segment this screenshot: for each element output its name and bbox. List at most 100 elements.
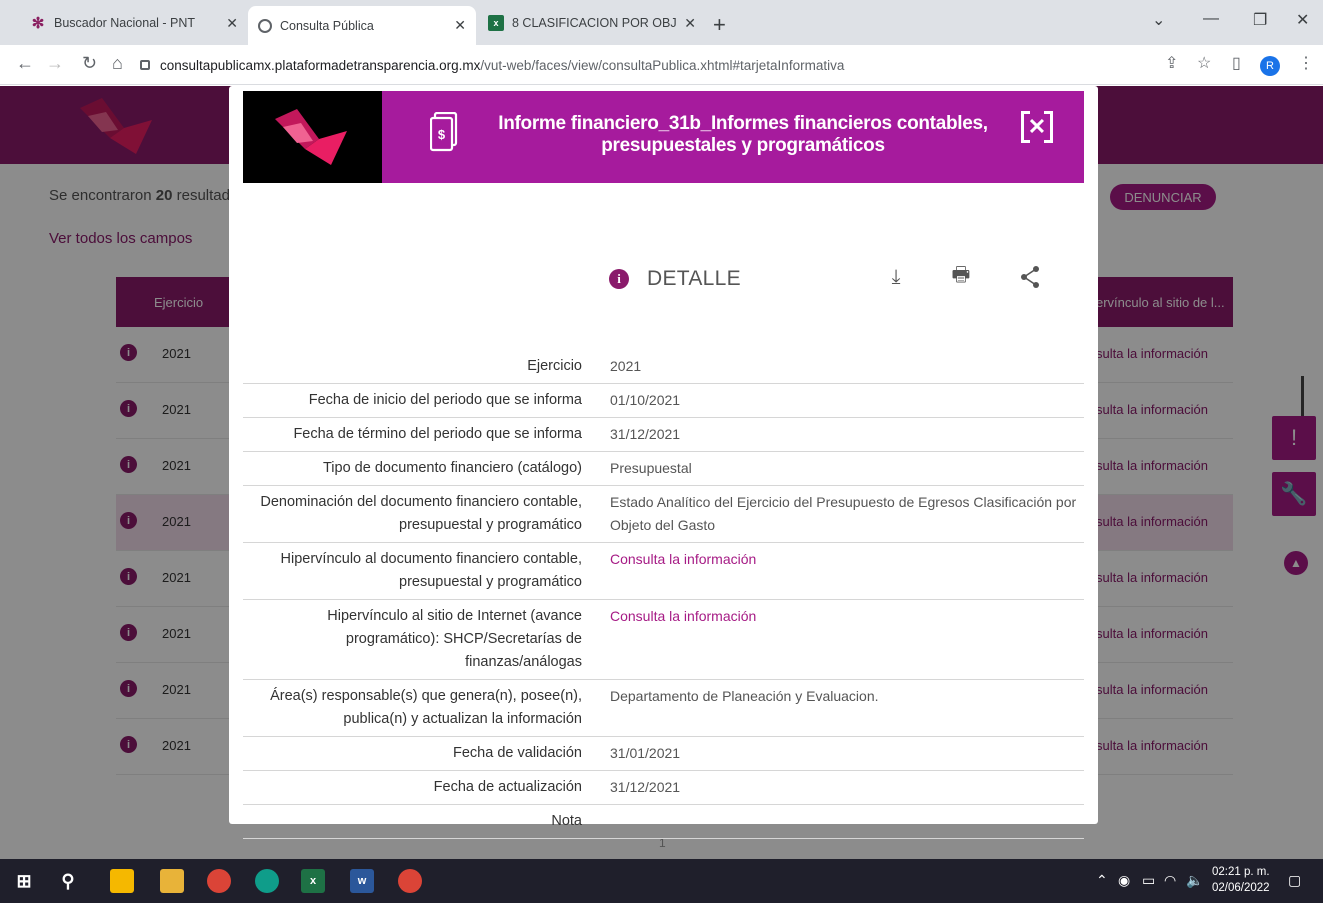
detail-label: DETALLE	[647, 267, 741, 290]
field-value: 01/10/2021	[610, 392, 681, 408]
minimize-button[interactable]: —	[1203, 10, 1219, 28]
meet-now-icon[interactable]: ◉	[1118, 872, 1130, 889]
field-row-tipo-documento: Tipo de documento financiero (catálogo) P…	[243, 452, 1084, 486]
field-label: Hipervínculo al sitio de Internet (avanc…	[327, 608, 582, 670]
financial-document-icon: $	[430, 112, 458, 152]
new-tab-button[interactable]: +	[713, 12, 726, 38]
field-label: Fecha de inicio del periodo que se infor…	[308, 392, 582, 408]
share-page-icon[interactable]: ⇪	[1165, 53, 1178, 73]
field-value: Presupuestal	[610, 460, 692, 476]
field-value: Estado Analítico del Ejercicio del Presu…	[610, 494, 1077, 533]
lock-icon	[140, 60, 150, 70]
detail-table: Ejercicio 2021 Fecha de inicio del period…	[243, 350, 1084, 839]
field-row-hipervinculo-internet: Hipervínculo al sitio de Internet (avanc…	[243, 600, 1084, 680]
modal-logo-box	[243, 91, 382, 183]
network-icon[interactable]: ▭	[1142, 872, 1155, 889]
modal-header: $ Informe financiero_31b_Informes financ…	[243, 91, 1084, 183]
consulta-informacion-link[interactable]: Consulta la información	[596, 600, 1084, 679]
profile-avatar[interactable]: R	[1260, 56, 1280, 76]
detail-modal: $ Informe financiero_31b_Informes financ…	[229, 86, 1098, 839]
field-value: Departamento de Planeación y Evaluacion.	[610, 688, 879, 704]
forward-button[interactable]: →	[46, 53, 64, 74]
field-value: 31/12/2021	[610, 779, 681, 795]
field-value	[596, 805, 1084, 838]
clock-time: 02:21 p. m.	[1212, 866, 1270, 878]
svg-text:$: $	[438, 127, 446, 142]
url-input[interactable]: consultapublicamx.plataformadetransparen…	[140, 51, 1160, 79]
chrome-icon[interactable]	[207, 869, 231, 893]
field-label: Fecha de validación	[453, 745, 582, 761]
modal-title: Informe financiero_31b_Informes financie…	[483, 113, 1003, 157]
tab-title: Buscador Nacional - PNT	[54, 16, 196, 30]
tab-excel-file[interactable]: x 8 CLASIFICACION POR OBJ DEL ( ✕	[478, 7, 706, 39]
edge-icon[interactable]	[255, 869, 279, 893]
restore-button[interactable]: ❐	[1253, 10, 1267, 30]
tab-search-chevron-icon[interactable]: ⌄	[1152, 10, 1165, 30]
wifi-icon[interactable]: ◠	[1164, 872, 1176, 889]
field-row-nota: Nota	[243, 805, 1084, 839]
windows-start-icon[interactable]: ⊞	[12, 869, 36, 893]
close-icon[interactable]: ✕	[1019, 109, 1055, 145]
field-value: 31/12/2021	[610, 426, 681, 442]
field-row-fecha-actualizacion: Fecha de actualización 31/12/2021	[243, 771, 1084, 805]
word-icon[interactable]: w	[350, 869, 374, 893]
file-explorer-icon[interactable]	[160, 869, 184, 893]
side-panel-icon[interactable]: ▯	[1232, 53, 1241, 73]
field-row-hipervinculo-documento: Hipervínculo al documento financiero con…	[243, 543, 1084, 600]
pnt-logo	[275, 109, 347, 165]
windows-taskbar: ⊞ ⚲ x w ⌃ ◉ ▭ ◠ 🔈 02:21 p. m. 02/06/2022…	[0, 859, 1323, 903]
reload-button[interactable]: ↻	[82, 53, 97, 74]
modal-title-line1: Informe financiero_31b_Informes financie…	[498, 113, 988, 134]
address-bar-row: ← → ↻ ⌂ consultapublicamx.plataformadetr…	[0, 45, 1323, 85]
modal-title-line2: presupuestales y programáticos	[601, 135, 885, 156]
volume-icon[interactable]: 🔈	[1186, 872, 1203, 889]
back-button[interactable]: ←	[16, 53, 34, 74]
browser-menu-icon[interactable]: ⋮	[1298, 53, 1314, 73]
home-button[interactable]: ⌂	[112, 53, 123, 74]
field-row-fecha-inicio: Fecha de inicio del periodo que se infor…	[243, 384, 1084, 418]
info-icon: i	[609, 269, 629, 289]
field-row-fecha-termino: Fecha de término del periodo que se info…	[243, 418, 1084, 452]
close-icon[interactable]: ✕	[454, 17, 466, 34]
field-label: Nota	[551, 813, 582, 829]
field-row-area-responsable: Área(s) responsable(s) que genera(n), po…	[243, 680, 1084, 737]
notifications-icon[interactable]: ▢	[1288, 872, 1301, 889]
field-label: Área(s) responsable(s) que genera(n), po…	[270, 688, 582, 727]
print-icon[interactable]: 🖶	[949, 264, 973, 290]
sticky-notes-icon[interactable]	[110, 869, 134, 893]
tab-title: 8 CLASIFICACION POR OBJ DEL (	[512, 16, 677, 30]
close-window-button[interactable]: ✕	[1296, 10, 1309, 30]
chrome-profile-icon[interactable]	[398, 869, 422, 893]
close-icon[interactable]: ✕	[684, 15, 696, 32]
globe-icon	[258, 18, 272, 33]
search-icon[interactable]: ⚲	[56, 869, 80, 893]
field-row-fecha-validacion: Fecha de validación 31/01/2021	[243, 737, 1084, 771]
tab-consulta-publica[interactable]: Consulta Pública ✕	[248, 6, 476, 45]
url-path: /vut-web/faces/view/consultaPublica.xhtm…	[480, 57, 845, 73]
browser-tab-strip: ✻ Buscador Nacional - PNT ✕ Consulta Púb…	[0, 0, 1323, 45]
field-value: 2021	[610, 358, 642, 374]
close-icon[interactable]: ✕	[226, 15, 238, 32]
field-row-denominacion: Denominación del documento financiero co…	[243, 486, 1084, 543]
field-label: Fecha de actualización	[433, 779, 582, 795]
field-label: Tipo de documento financiero (catálogo)	[322, 460, 582, 476]
tab-buscador-nacional[interactable]: ✻ Buscador Nacional - PNT ✕	[20, 7, 248, 39]
share-icon[interactable]	[1018, 264, 1042, 290]
field-label: Hipervínculo al documento financiero con…	[280, 551, 582, 590]
clock-date: 02/06/2022	[1212, 882, 1270, 894]
field-label: Ejercicio	[527, 358, 582, 374]
taskbar-clock[interactable]: 02:21 p. m. 02/06/2022	[1212, 864, 1270, 896]
consulta-informacion-link[interactable]: Consulta la información	[596, 543, 1084, 599]
field-row-ejercicio: Ejercicio 2021	[243, 350, 1084, 384]
field-label: Fecha de término del periodo que se info…	[293, 426, 582, 442]
tab-title: Consulta Pública	[280, 18, 374, 33]
download-icon[interactable]: ⤓	[884, 264, 908, 290]
chevron-up-icon[interactable]: ⌃	[1096, 872, 1108, 889]
share-glyph	[1021, 266, 1039, 288]
excel-icon[interactable]: x	[301, 869, 325, 893]
url-host: consultapublicamx.plataformadetransparen…	[160, 57, 481, 73]
pnt-favicon-icon: ✻	[31, 15, 45, 32]
field-value: 31/01/2021	[610, 745, 681, 761]
field-label: Denominación del documento financiero co…	[260, 494, 582, 533]
bookmark-star-icon[interactable]: ☆	[1197, 53, 1211, 73]
